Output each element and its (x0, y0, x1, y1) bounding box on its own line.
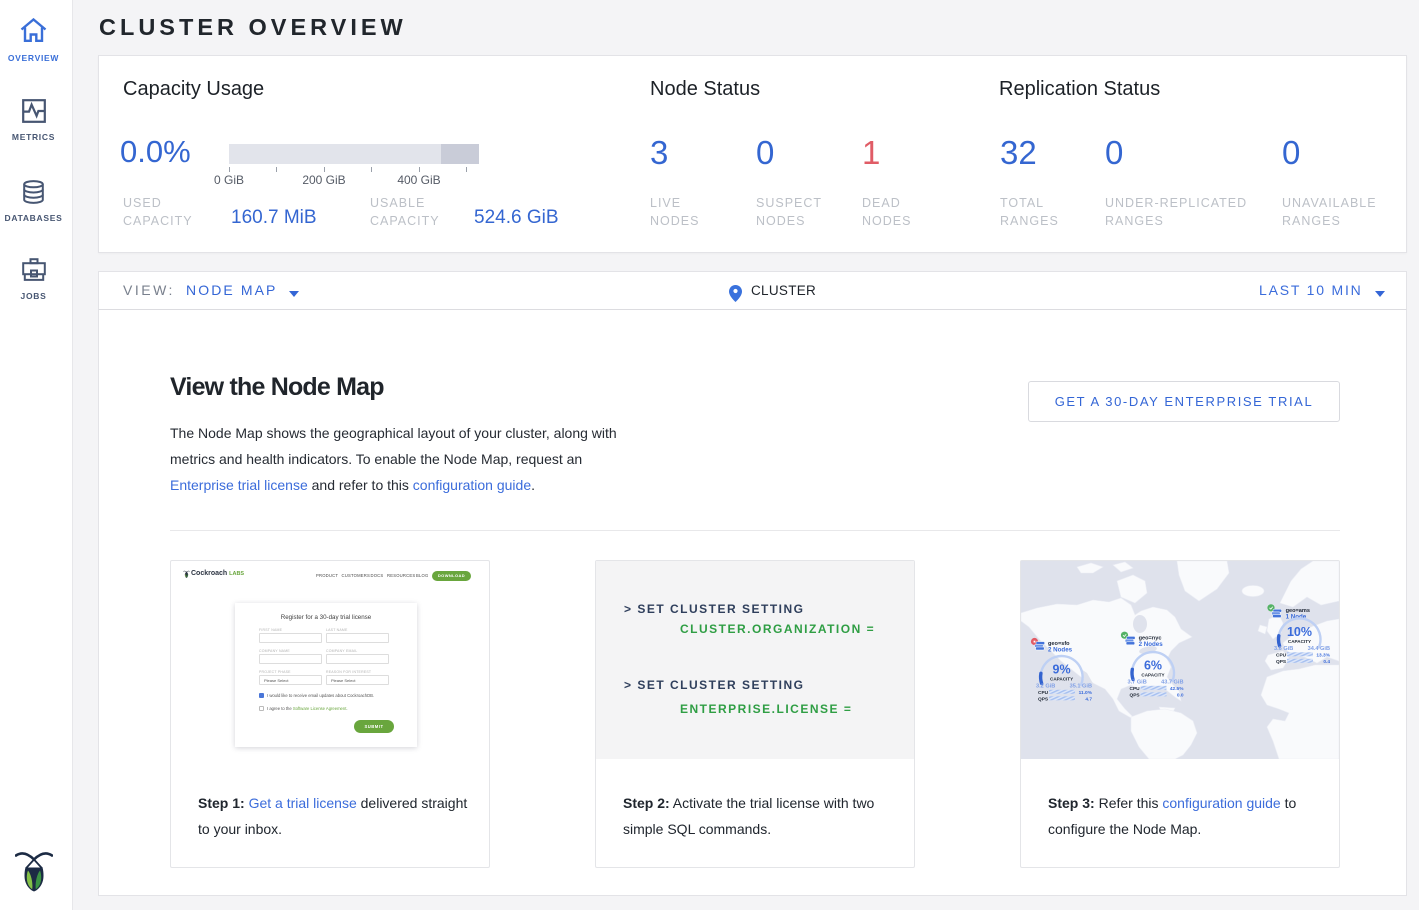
svg-text:13.3%: 13.3% (1316, 653, 1330, 659)
svg-text:34.4 GiB: 34.4 GiB (1308, 646, 1330, 652)
svg-text:2 Nodes: 2 Nodes (1048, 647, 1073, 654)
svg-text:11.0%: 11.0% (1079, 690, 1093, 696)
svg-text:35.1 GiB: 35.1 GiB (1070, 684, 1092, 690)
svg-text:QPS: QPS (1130, 693, 1141, 699)
svg-text:CPU: CPU (1038, 690, 1049, 696)
svg-text:43.7 GiB: 43.7 GiB (1161, 680, 1183, 686)
svg-text:4.7: 4.7 (1085, 697, 1092, 703)
svg-text:9%: 9% (1053, 663, 1071, 677)
svg-text:QPS: QPS (1038, 697, 1049, 703)
svg-text:6%: 6% (1144, 659, 1162, 673)
svg-text:CAPACITY: CAPACITY (1288, 639, 1311, 644)
svg-text:0.0: 0.0 (1177, 693, 1184, 699)
svg-text:10%: 10% (1287, 625, 1312, 639)
svg-text:CPU: CPU (1276, 653, 1287, 659)
svg-text:CAPACITY: CAPACITY (1141, 673, 1164, 678)
svg-text:2 Nodes: 2 Nodes (1139, 641, 1164, 648)
svg-text:42.5%: 42.5% (1170, 686, 1184, 692)
svg-text:3.2 GiB: 3.2 GiB (1036, 684, 1055, 690)
svg-text:0.4: 0.4 (1323, 659, 1330, 665)
svg-text:QPS: QPS (1276, 659, 1287, 665)
svg-text:3.7 GiB: 3.7 GiB (1128, 680, 1147, 686)
svg-text:CPU: CPU (1130, 686, 1141, 692)
svg-text:3.6 GiB: 3.6 GiB (1274, 646, 1293, 652)
svg-text:CAPACITY: CAPACITY (1050, 677, 1073, 682)
